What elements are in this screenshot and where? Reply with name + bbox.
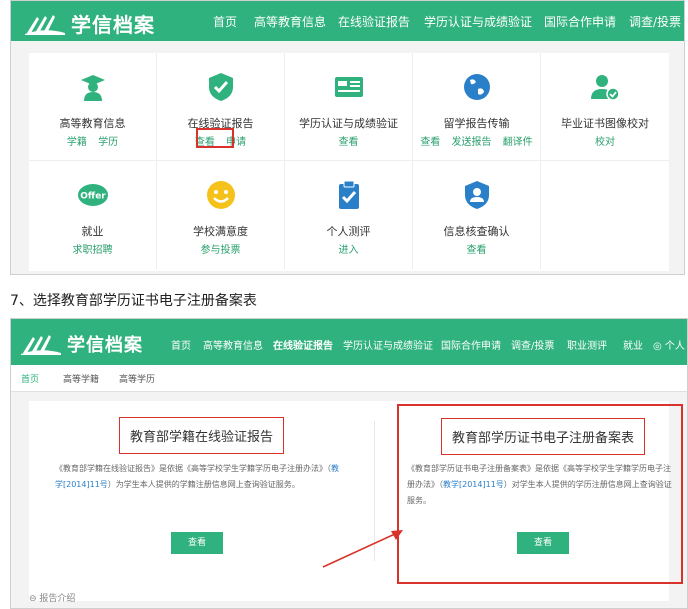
link-translation[interactable]: 翻译件 (503, 137, 533, 148)
nav-home[interactable]: 首页 (171, 337, 191, 352)
red-arrow-icon (322, 530, 403, 568)
service-title: 高等教育信息 (59, 117, 126, 130)
clipboard-check-icon (338, 180, 359, 209)
link-xueji[interactable]: 学籍 (67, 137, 87, 148)
desc-doc-number[interactable]: 教学[2014]11号 (443, 480, 504, 489)
shield-check-icon (208, 73, 233, 101)
svg-text:Offer: Offer (80, 192, 106, 202)
service-title: 毕业证书图像校对 (561, 117, 649, 130)
link-view[interactable]: 查看 (339, 137, 359, 148)
nav-home[interactable]: 首页 (213, 13, 237, 30)
link-job-search[interactable]: 求职招聘 (73, 245, 113, 256)
nav-intl-cooperation[interactable]: 国际合作申请 (441, 337, 501, 352)
subnav-higher-xueji[interactable]: 高等学籍 (63, 372, 99, 385)
logo-text: 学信档案 (71, 13, 155, 37)
nav-survey-vote[interactable]: 调查/投票 (629, 13, 681, 30)
nav-higher-edu-info[interactable]: 高等教育信息 (203, 337, 263, 352)
graduate-icon (80, 75, 105, 101)
link-proofread[interactable]: 校对 (595, 137, 615, 148)
service-card-personal-assessment[interactable]: 个人测评 进入 (285, 161, 413, 269)
nav-intl-cooperation[interactable]: 国际合作申请 (544, 13, 616, 30)
service-title: 就业 (81, 225, 104, 238)
top-nav-bar: 学信档案 首页 高等教育信息 在线验证报告 学历认证与成绩验证 国际合作申请 调… (11, 1, 684, 41)
link-enter[interactable]: 进入 (339, 245, 359, 256)
right-card-title: 教育部学历证书电子注册备案表 (441, 418, 646, 455)
nav-online-verify-report[interactable]: 在线验证报告 (338, 13, 410, 30)
service-title: 留学报告传输 (443, 117, 510, 130)
desc-text: 《教育部学籍在线验证报告》是依据《高等学校学生学籍学历电子注册办法》（ (55, 464, 331, 473)
logo-mark-icon (25, 14, 65, 35)
right-view-button[interactable]: 查看 (517, 532, 569, 554)
screenshot-home-dashboard: 学信档案 首页 高等教育信息 在线验证报告 学历认证与成绩验证 国际合作申请 调… (10, 0, 685, 275)
nav-online-verify-report[interactable]: 在线验证报告 (273, 337, 333, 352)
top-nav-bar: 学信档案 首页 高等教育信息 在线验证报告 学历认证与成绩验证 国际合作申请 调… (11, 319, 687, 365)
subnav-higher-xueli[interactable]: 高等学历 (119, 372, 155, 385)
subnav-home[interactable]: 首页 (21, 372, 39, 385)
service-card-higher-edu-info[interactable]: 高等教育信息 学籍 学历 (29, 53, 157, 161)
service-title: 学历认证与成绩验证 (299, 117, 398, 130)
highlight-box-view-report (196, 128, 234, 148)
right-card-description: 《教育部学历证书电子注册备案表》是依据《高等学校学生学籍学历电子注册办法》（教学… (407, 461, 677, 509)
nav-career-assessment[interactable]: 职业测评 (567, 337, 607, 352)
nav-higher-edu-info[interactable]: 高等教育信息 (254, 13, 326, 30)
service-grid: 高等教育信息 学籍 学历 在线验证报告 查看 申请 学历认证与成绩验证 查看 留… (29, 53, 669, 271)
user-circle-icon: ◎ (653, 341, 662, 352)
service-links: 查看 (413, 241, 540, 256)
site-logo[interactable]: 学信档案 (25, 9, 155, 38)
site-logo[interactable]: 学信档案 (21, 331, 143, 357)
service-links: 查看 发送报告 翻译件 (413, 133, 540, 148)
left-card-title: 教育部学籍在线验证报告 (119, 417, 285, 454)
link-vote[interactable]: 参与投票 (201, 245, 241, 256)
service-card-employment[interactable]: Offer 就业 求职招聘 (29, 161, 157, 269)
sub-nav-bar: 首页 高等学籍 高等学历 (11, 365, 687, 392)
left-view-button[interactable]: 查看 (171, 532, 223, 554)
person-shield-icon (464, 181, 489, 209)
link-view[interactable]: 查看 (467, 245, 487, 256)
left-card-description: 《教育部学籍在线验证报告》是依据《高等学校学生学籍学历电子注册办法》（教学[20… (55, 461, 345, 493)
nav-employment[interactable]: 就业 (623, 337, 643, 352)
link-send-report[interactable]: 发送报告 (452, 137, 492, 148)
service-card-info-confirm[interactable]: 信息核查确认 查看 (413, 161, 541, 269)
service-card-school-satisfaction[interactable]: 学校满意度 参与投票 (157, 161, 285, 269)
minus-circle-icon: ⊖ (29, 594, 37, 604)
service-links: 校对 (541, 133, 669, 148)
smile-icon (206, 181, 235, 209)
globe-icon (463, 74, 490, 100)
nav-personal-label: 个人 (664, 341, 685, 352)
offer-icon: Offer (77, 184, 108, 206)
step-caption: 7、选择教育部学历证书电子注册备案表 (10, 293, 257, 309)
report-intro-section[interactable]: ⊖ 报告介绍 (29, 591, 75, 604)
logo-mark-icon (21, 335, 61, 355)
service-card-cert-verify[interactable]: 学历认证与成绩验证 查看 (285, 53, 413, 161)
service-links: 进入 (285, 241, 412, 256)
screenshot-online-verify-page: 学信档案 首页 高等教育信息 在线验证报告 学历认证与成绩验证 国际合作申请 调… (10, 318, 688, 609)
link-view[interactable]: 查看 (420, 137, 440, 148)
link-xueli[interactable]: 学历 (98, 137, 118, 148)
service-links: 查看 (285, 133, 412, 148)
nav-degree-cert-verify[interactable]: 学历认证与成绩验证 (424, 13, 532, 30)
id-card-icon (334, 77, 363, 97)
nav-degree-cert-verify[interactable]: 学历认证与成绩验证 (343, 337, 433, 352)
service-card-cert-image[interactable]: 毕业证书图像校对 校对 (541, 53, 669, 161)
service-links: 参与投票 (157, 241, 284, 256)
service-card-empty (541, 161, 669, 269)
service-card-study-abroad[interactable]: 留学报告传输 查看 发送报告 翻译件 (413, 53, 541, 161)
service-title: 学校满意度 (193, 225, 248, 238)
service-title: 个人测评 (326, 225, 371, 238)
nav-survey-vote[interactable]: 调查/投票 (511, 337, 554, 352)
logo-text: 学信档案 (67, 335, 143, 356)
desc-text: ）为学生本人提供的学籍注册信息网上查询验证服务。 (107, 480, 300, 489)
service-links: 求职招聘 (29, 241, 156, 256)
user-check-icon (591, 75, 620, 101)
report-intro-label: 报告介绍 (39, 594, 76, 604)
report-cards-panel: 教育部学籍在线验证报告 《教育部学籍在线验证报告》是依据《高等学校学生学籍学历电… (29, 401, 683, 601)
service-links: 学籍 学历 (29, 133, 156, 148)
service-title: 信息核查确认 (443, 225, 510, 238)
nav-personal[interactable]: ◎ 个人 (653, 337, 685, 352)
